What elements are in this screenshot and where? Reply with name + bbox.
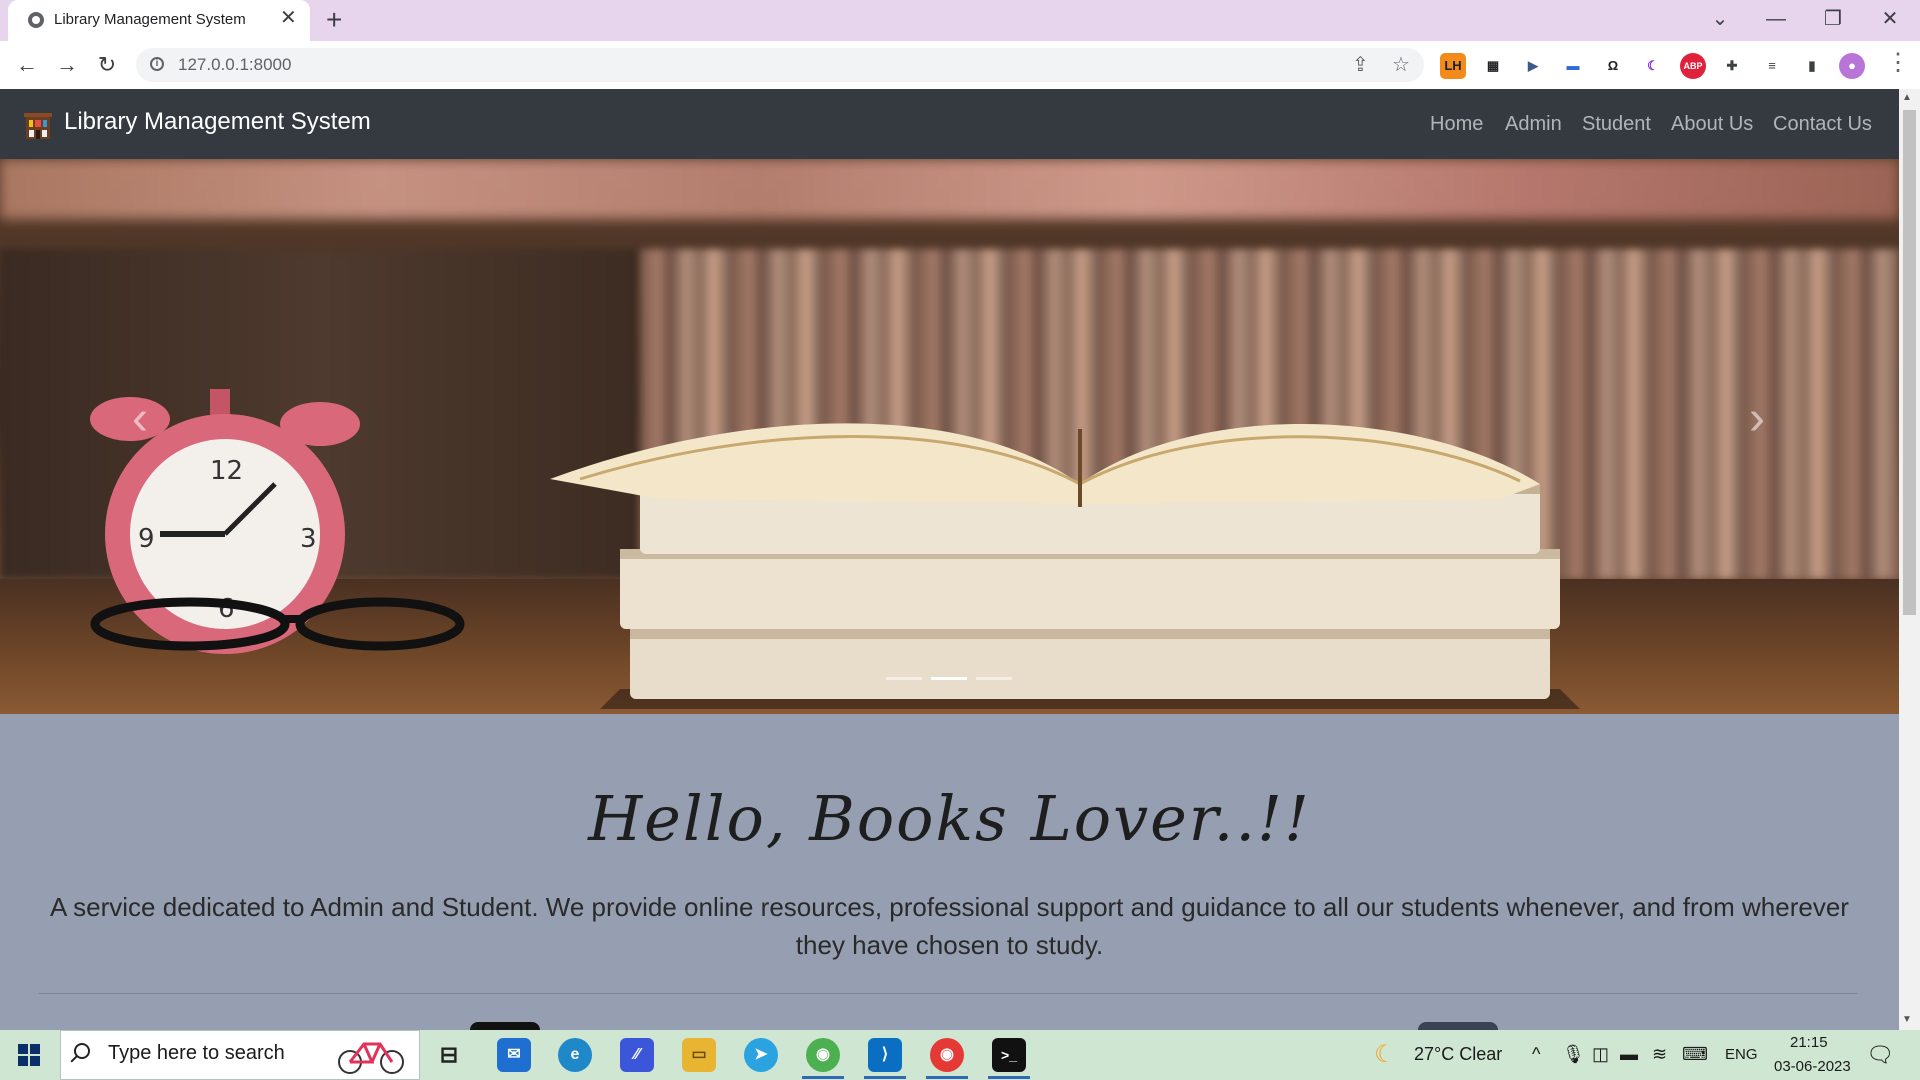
chrome-active-indicator <box>802 1076 844 1079</box>
nav-home[interactable]: Home <box>1430 113 1483 136</box>
bicycle-icon <box>338 1042 404 1074</box>
browser-menu-icon[interactable]: ⋮ <box>1886 51 1910 75</box>
bookmark-star-icon[interactable]: ☆ <box>1392 54 1410 76</box>
site-info-icon[interactable]: i <box>150 57 164 71</box>
section-divider <box>38 993 1858 994</box>
terminal-icon[interactable]: >_ <box>992 1038 1026 1072</box>
book-stack-image <box>550 423 1580 709</box>
clock-date[interactable]: 03-06-2023 <box>1774 1058 1851 1075</box>
search-icon <box>74 1043 90 1059</box>
meet-now-icon[interactable]: ◫ <box>1592 1044 1609 1065</box>
notifications-icon[interactable]: 🗨 <box>1866 1042 1894 1068</box>
minimize-button[interactable]: — <box>1756 6 1796 32</box>
nav-contact-us[interactable]: Contact Us <box>1773 113 1872 136</box>
windows-start-icon[interactable] <box>18 1044 40 1066</box>
microphone-icon[interactable]: 🎙 <box>1562 1044 1585 1065</box>
address-url[interactable]: 127.0.0.1:8000 <box>178 55 291 75</box>
vscode-icon[interactable]: ⟩ <box>868 1038 902 1072</box>
library-logo-icon <box>24 113 52 139</box>
scrollbar-thumb[interactable] <box>1903 110 1916 615</box>
carousel-indicator-2[interactable] <box>931 677 967 680</box>
chrome-profile-icon[interactable]: ◉ <box>930 1038 964 1072</box>
nav-about-us[interactable]: About Us <box>1671 113 1753 136</box>
wifi-icon[interactable]: ≋ <box>1652 1044 1667 1065</box>
svg-text:3: 3 <box>300 524 317 554</box>
scroll-up-arrow-icon[interactable]: ▲ <box>1902 92 1912 103</box>
battery-icon[interactable]: ▬ <box>1620 1044 1638 1065</box>
tab-search-dropdown-icon[interactable]: ⌄ <box>1700 6 1740 32</box>
terminal-active-indicator <box>988 1076 1030 1079</box>
extension-icon-5[interactable]: Ω <box>1600 53 1626 79</box>
forward-button[interactable]: → <box>52 51 82 81</box>
site-brand[interactable]: Library Management System <box>64 108 371 136</box>
ide-app-icon[interactable]: ∕∕ <box>620 1038 654 1072</box>
glasses-image <box>90 597 465 651</box>
task-view-icon[interactable]: ⊟ <box>432 1038 466 1072</box>
tab-close-icon[interactable]: ✕ <box>280 8 297 28</box>
globe-icon <box>28 12 44 28</box>
weather-text[interactable]: 27°C Clear <box>1414 1044 1502 1065</box>
extension-icon-3[interactable]: ▶ <box>1520 53 1546 79</box>
adblock-icon[interactable]: ABP <box>1680 53 1706 79</box>
tab-title: Library Management System <box>54 11 246 28</box>
reload-button[interactable]: ↻ <box>92 51 122 81</box>
puzzle-icon[interactable]: ✚ <box>1719 53 1745 79</box>
chrome-icon[interactable]: ◉ <box>806 1038 840 1072</box>
hero-carousel: 12 3 6 9 ‹ › <box>0 159 1899 714</box>
language-indicator[interactable]: ENG <box>1725 1046 1758 1063</box>
profile-avatar[interactable]: ● <box>1839 53 1865 79</box>
welcome-section <box>0 714 1899 1030</box>
vscode-active-indicator <box>864 1076 906 1079</box>
carousel-indicator-3[interactable] <box>976 677 1012 680</box>
welcome-heading: Hello, Books Lover..!! <box>588 782 1311 855</box>
share-icon[interactable]: ⇪ <box>1352 54 1369 76</box>
carousel-indicator-1[interactable] <box>886 677 922 680</box>
svg-text:12: 12 <box>210 456 243 486</box>
window-close-button[interactable]: ✕ <box>1870 6 1910 32</box>
edge-browser-icon[interactable]: e <box>558 1038 592 1072</box>
clock-time[interactable]: 21:15 <box>1790 1034 1828 1051</box>
telegram-icon[interactable]: ➤ <box>744 1038 778 1072</box>
carousel-next-button[interactable]: › <box>1727 379 1787 459</box>
restore-button[interactable]: ❐ <box>1813 6 1853 32</box>
nav-student[interactable]: Student <box>1582 113 1651 136</box>
extension-icon-4[interactable]: ▬ <box>1560 53 1586 79</box>
lh-extension-icon[interactable]: LH <box>1440 53 1466 79</box>
back-button[interactable]: ← <box>12 51 42 81</box>
tray-chevron-icon[interactable]: ^ <box>1532 1044 1540 1065</box>
taskbar-search-placeholder[interactable]: Type here to search <box>108 1042 285 1065</box>
nav-admin[interactable]: Admin <box>1505 113 1562 136</box>
carousel-prev-button[interactable]: ‹ <box>110 379 170 459</box>
dark-mode-icon[interactable]: ☾ <box>1640 53 1666 79</box>
moon-weather-icon: ☾ <box>1374 1041 1396 1068</box>
card-image-top-left <box>470 1022 540 1030</box>
svg-text:9: 9 <box>138 524 155 554</box>
card-image-top-right <box>1418 1022 1498 1030</box>
address-bar[interactable] <box>136 48 1424 82</box>
reading-list-icon[interactable]: ≡ <box>1759 53 1785 79</box>
scroll-down-arrow-icon[interactable]: ▼ <box>1902 1014 1912 1025</box>
new-tab-button[interactable]: + <box>326 6 342 34</box>
keyboard-icon[interactable]: ⌨ <box>1682 1044 1708 1065</box>
extension-icon-2[interactable]: ▦ <box>1480 53 1506 79</box>
chrome-profile-active-indicator <box>926 1076 968 1079</box>
file-explorer-icon[interactable]: ▭ <box>682 1038 716 1072</box>
mail-app-icon[interactable]: ✉ <box>497 1038 531 1072</box>
bookshelf-backdrop <box>0 159 1899 219</box>
side-panel-icon[interactable]: ▮ <box>1799 53 1825 79</box>
welcome-description: A service dedicated to Admin and Student… <box>50 892 1849 960</box>
